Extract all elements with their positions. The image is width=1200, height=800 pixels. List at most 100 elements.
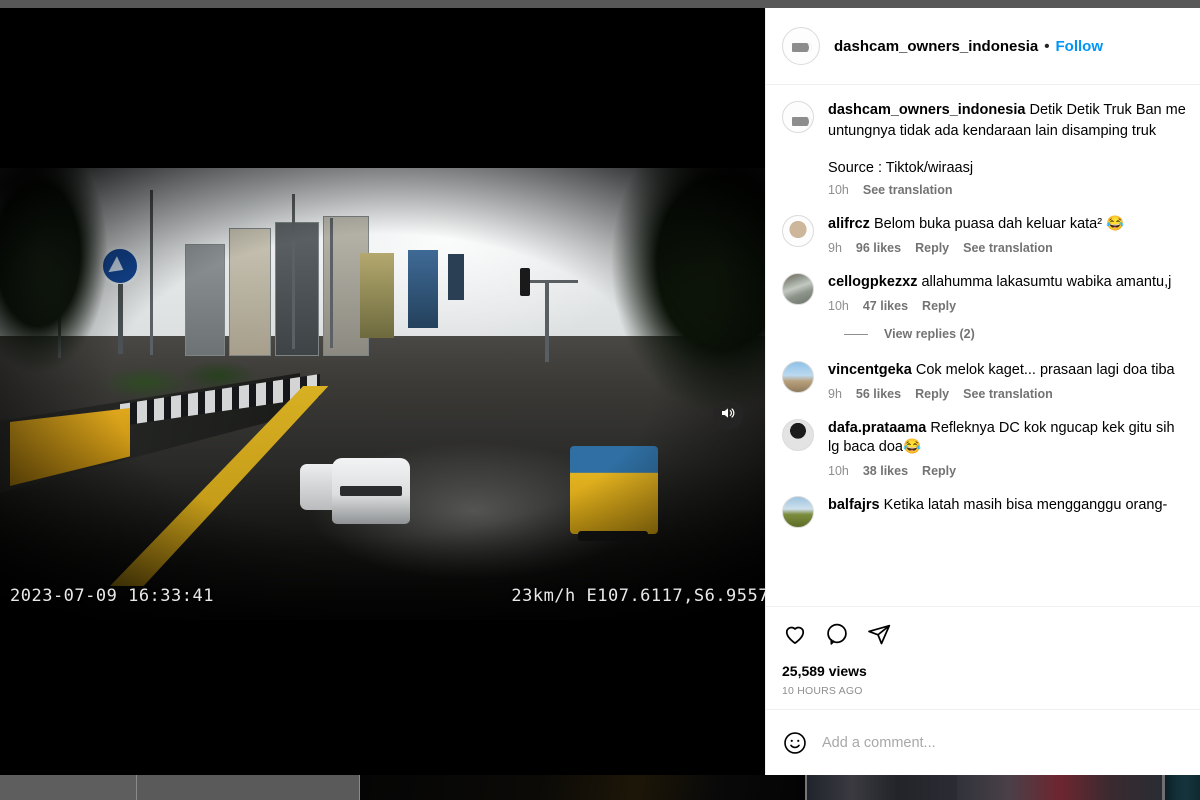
traffic-light-mast <box>545 280 549 362</box>
white-car-ahead <box>332 458 410 524</box>
comment-text: allahumma lakasumtu wabika amantu,j <box>921 274 1172 290</box>
background-thumbnail <box>360 772 805 800</box>
post-timestamp: 10 HOURS AGO <box>782 685 863 697</box>
caption-meta: 10h See translation <box>828 183 1200 197</box>
billboard <box>185 244 225 356</box>
caption-see-translation[interactable]: See translation <box>863 183 953 197</box>
background-thumbnail <box>957 772 1162 800</box>
comment-see-translation[interactable]: See translation <box>963 241 1053 255</box>
avatar[interactable] <box>782 496 814 528</box>
caption-username[interactable]: dashcam_owners_indonesia <box>828 102 1025 118</box>
utility-pole <box>150 190 153 355</box>
avatar[interactable] <box>782 101 814 133</box>
comment-body: vincentgeka Cok melok kaget... prasaan l… <box>828 361 1200 401</box>
action-icon-row <box>782 615 1200 654</box>
like-button[interactable] <box>782 621 808 652</box>
comment-likes[interactable]: 38 likes <box>863 464 908 478</box>
comment-timestamp: 10h <box>828 299 849 313</box>
post-actions: 25,589 views 10 HOURS AGO <box>766 606 1200 709</box>
caption-text-1: Detik Detik Truk Ban me <box>1029 102 1186 118</box>
post-modal: 2023-07-09 16:33:41 23km/h E107.6117,S6.… <box>0 8 1200 775</box>
list-item: dafa.prataama Refleknya DC kok ngucap ke… <box>766 419 1200 496</box>
billboard <box>448 254 464 300</box>
comment-timestamp: 9h <box>828 241 842 255</box>
comment-text: Belom buka puasa dah keluar kata² 😂 <box>873 216 1125 232</box>
list-item: vincentgeka Cok melok kaget... prasaan l… <box>766 361 1200 419</box>
comment-reply-button[interactable]: Reply <box>915 387 949 401</box>
comment-reply-button[interactable]: Reply <box>922 299 956 313</box>
billboard <box>360 253 394 338</box>
comment-meta: 10h 47 likes Reply <box>828 299 1200 313</box>
comment-likes[interactable]: 47 likes <box>863 299 908 313</box>
share-paper-plane-icon <box>866 621 892 652</box>
dash-line-icon <box>844 333 868 335</box>
caption-timestamp: 10h <box>828 183 849 197</box>
comment-body: dafa.prataama Refleknya DC kok ngucap ke… <box>828 419 1200 478</box>
view-replies-button[interactable]: View replies (2) <box>884 327 975 341</box>
follow-button[interactable]: Follow <box>1056 38 1104 55</box>
avatar[interactable] <box>782 419 814 451</box>
comment-body: alifrcz Belom buka puasa dah keluar kata… <box>828 215 1200 255</box>
utility-pole <box>330 218 333 348</box>
traffic-light <box>520 268 530 296</box>
utility-pole <box>292 194 295 349</box>
dashcam-video[interactable]: 2023-07-09 16:33:41 23km/h E107.6117,S6.… <box>0 168 765 620</box>
comment-text-line-2: lg baca doa😂 <box>828 439 922 455</box>
comment-text: Ketika latah masih bisa mengganggu orang… <box>883 497 1168 513</box>
road-sign-post <box>118 284 123 354</box>
smiley-face-icon <box>782 731 808 760</box>
list-item: alifrcz Belom buka puasa dah keluar kata… <box>766 215 1200 273</box>
comment-timestamp: 9h <box>828 387 842 401</box>
comment-meta: 10h 38 likes Reply <box>828 464 1200 478</box>
comment-likes[interactable]: 96 likes <box>856 241 901 255</box>
osd-telemetry: 23km/h E107.6117,S6.9557 <box>511 586 765 606</box>
comment-line: cellogpkezxz allahumma lakasumtu wabika … <box>828 273 1200 292</box>
comment-line: dafa.prataama Refleknya DC kok ngucap ke… <box>828 419 1200 438</box>
separator-dot: • <box>1044 37 1050 55</box>
comment-meta: 9h 56 likes Reply See translation <box>828 387 1200 401</box>
billboard <box>229 228 271 356</box>
caption-body: dashcam_owners_indonesia Detik Detik Tru… <box>828 101 1200 197</box>
comments-scroll-region[interactable]: dashcam_owners_indonesia Detik Detik Tru… <box>766 85 1200 606</box>
comment-username[interactable]: balfajrs <box>828 497 880 513</box>
post-header: dashcam_owners_indonesia • Follow <box>766 8 1200 85</box>
comment-username[interactable]: alifrcz <box>828 216 870 232</box>
tree-foliage-left <box>0 168 110 392</box>
comment-reply-button[interactable]: Reply <box>922 464 956 478</box>
sound-toggle-button[interactable] <box>713 400 743 430</box>
post-author-username[interactable]: dashcam_owners_indonesia <box>834 38 1038 55</box>
add-comment-input[interactable] <box>822 734 1200 751</box>
avatar[interactable] <box>782 273 814 305</box>
caption-line-1: dashcam_owners_indonesia Detik Detik Tru… <box>828 101 1200 120</box>
comment-line: balfajrs Ketika latah masih bisa menggan… <box>828 496 1200 515</box>
background-thumbnail <box>0 772 136 800</box>
emoji-picker-button[interactable] <box>782 730 808 756</box>
video-billboards <box>185 216 369 356</box>
comment-text: Refleknya DC kok ngucap kek gitu sih <box>930 420 1175 436</box>
avatar[interactable] <box>782 215 814 247</box>
comment-line: alifrcz Belom buka puasa dah keluar kata… <box>828 215 1200 234</box>
browser-chrome-strip <box>0 0 1200 8</box>
comment-username[interactable]: dafa.prataama <box>828 420 926 436</box>
view-replies-row[interactable]: View replies (2) <box>766 327 1200 341</box>
background-thumbnail <box>807 772 957 800</box>
background-thumbnail-grid <box>0 772 1200 800</box>
comment-reply-button[interactable]: Reply <box>915 241 949 255</box>
video-pane[interactable]: 2023-07-09 16:33:41 23km/h E107.6117,S6.… <box>0 8 765 775</box>
comment-username[interactable]: cellogpkezxz <box>828 274 917 290</box>
comment-likes[interactable]: 56 likes <box>856 387 901 401</box>
avatar[interactable] <box>782 361 814 393</box>
share-button[interactable] <box>866 621 892 652</box>
view-count: 25,589 views <box>782 663 867 679</box>
post-caption: dashcam_owners_indonesia Detik Detik Tru… <box>766 101 1200 215</box>
avatar[interactable] <box>782 27 820 65</box>
billboard <box>408 250 438 328</box>
list-item: balfajrs Ketika latah masih bisa menggan… <box>766 496 1200 546</box>
comment-line: vincentgeka Cok melok kaget... prasaan l… <box>828 361 1200 380</box>
comment-text: Cok melok kaget... prasaan lagi doa tiba <box>915 362 1175 378</box>
heart-icon <box>782 621 808 652</box>
comment-username[interactable]: vincentgeka <box>828 362 912 378</box>
comment-button[interactable] <box>824 621 850 652</box>
dashcam-osd: 2023-07-09 16:33:41 23km/h E107.6117,S6.… <box>0 586 765 606</box>
comment-see-translation[interactable]: See translation <box>963 387 1053 401</box>
